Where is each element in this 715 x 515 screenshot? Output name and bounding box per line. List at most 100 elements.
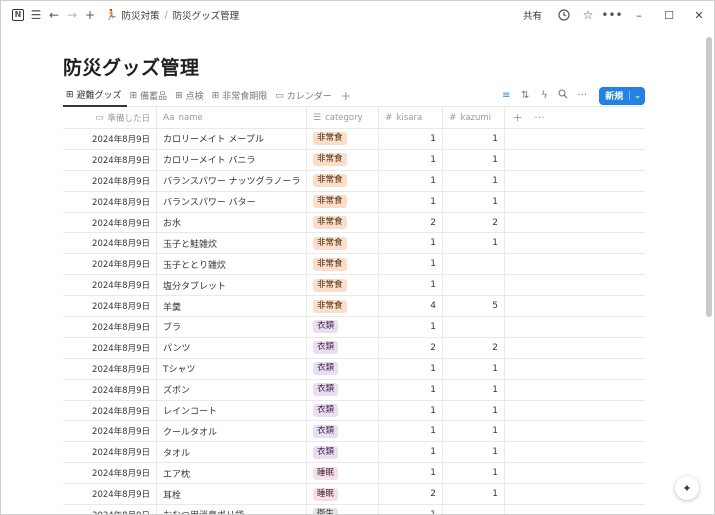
cell-name[interactable]: クールタオル — [157, 421, 307, 442]
table-row[interactable]: 2024年8月9日 カロリーメイト バニラ 非常食 1 1 — [63, 149, 645, 171]
table-row[interactable]: 2024年8月9日 ズボン 衣類 1 1 — [63, 379, 645, 401]
more-settings-icon[interactable]: ··· — [576, 90, 588, 101]
cell-date[interactable]: 2024年8月9日 — [63, 442, 157, 463]
cell-date[interactable]: 2024年8月9日 — [63, 505, 157, 514]
clock-history-icon[interactable] — [552, 1, 576, 29]
vertical-scrollbar[interactable] — [706, 37, 712, 317]
cell-kazumi[interactable]: 1 — [443, 484, 505, 505]
table-row[interactable]: 2024年8月9日 カロリーメイト メープル 非常食 1 1 — [63, 129, 645, 150]
maximize-window-icon[interactable]: ☐ — [654, 1, 684, 29]
cell-name[interactable]: ズボン — [157, 379, 307, 400]
more-options-icon[interactable]: ••• — [600, 1, 624, 29]
cell-kisara[interactable]: 1 — [379, 463, 443, 484]
search-icon[interactable] — [557, 89, 569, 102]
cell-date[interactable]: 2024年8月9日 — [63, 421, 157, 442]
share-button[interactable]: 共有 — [523, 8, 542, 22]
sort-icon[interactable]: ⇅ — [519, 90, 531, 101]
cell-date[interactable]: 2024年8月9日 — [63, 484, 157, 505]
cell-kazumi[interactable]: 1 — [443, 358, 505, 379]
cell-kazumi[interactable]: 1 — [443, 233, 505, 254]
cell-date[interactable]: 2024年8月9日 — [63, 149, 157, 170]
cell-category[interactable]: 非常食 — [307, 296, 379, 317]
cell-kisara[interactable]: 1 — [379, 317, 443, 337]
cell-date[interactable]: 2024年8月9日 — [63, 317, 157, 337]
cell-kisara[interactable]: 1 — [379, 254, 443, 275]
cell-kazumi[interactable]: 1 — [443, 129, 505, 149]
forward-arrow-icon[interactable]: → — [63, 1, 81, 29]
cell-kisara[interactable]: 1 — [379, 400, 443, 421]
cell-category[interactable]: 非常食 — [307, 254, 379, 275]
cell-name[interactable]: おむつ用消臭ポリ袋 — [157, 505, 307, 514]
table-row[interactable]: 2024年8月9日 塩分タブレット 非常食 1 — [63, 275, 645, 297]
cell-kisara[interactable]: 2 — [379, 337, 443, 358]
cell-name[interactable]: バランスパワー ナッツグラノーラ — [157, 170, 307, 191]
table-row[interactable]: 2024年8月9日 お水 非常食 2 2 — [63, 212, 645, 234]
table-row[interactable]: 2024年8月9日 ブラ 衣類 1 — [63, 317, 645, 338]
cell-name[interactable]: バランスパワー バター — [157, 191, 307, 212]
cell-kazumi[interactable] — [443, 254, 505, 275]
tab-view-4[interactable]: ▭ カレンダー — [272, 85, 337, 107]
table-row[interactable]: 2024年8月9日 耳栓 睡眠 2 1 — [63, 484, 645, 506]
chevron-down-icon[interactable]: ⌄ — [629, 91, 645, 100]
cell-category[interactable]: 衣類 — [307, 358, 379, 379]
cell-date[interactable]: 2024年8月9日 — [63, 212, 157, 233]
sidebar-menu-icon[interactable]: ☰ — [27, 1, 45, 29]
column-header-category[interactable]: ☰ category — [307, 107, 379, 129]
table-row[interactable]: 2024年8月9日 おむつ用消臭ポリ袋 衛生 1 — [63, 505, 645, 514]
cell-kazumi[interactable] — [443, 505, 505, 514]
cell-name[interactable]: 玉子ととり雑炊 — [157, 254, 307, 275]
cell-category[interactable]: 衣類 — [307, 337, 379, 358]
cell-date[interactable]: 2024年8月9日 — [63, 379, 157, 400]
cell-kisara[interactable]: 1 — [379, 358, 443, 379]
cell-name[interactable]: パンツ — [157, 337, 307, 358]
cell-name[interactable]: Tシャツ — [157, 358, 307, 379]
page-title[interactable]: 防災グッズ管理 — [63, 53, 200, 80]
automation-lightning-icon[interactable]: ϟ — [538, 90, 550, 101]
tab-view-0[interactable]: ⊞ 避難グッズ — [63, 85, 127, 107]
cell-category[interactable]: 非常食 — [307, 233, 379, 254]
cell-category[interactable]: 非常食 — [307, 129, 379, 149]
cell-kazumi[interactable]: 5 — [443, 296, 505, 317]
cell-kisara[interactable]: 1 — [379, 505, 443, 514]
notion-logo-icon[interactable]: N — [9, 1, 27, 29]
new-entry-button[interactable]: 新規 ⌄ — [599, 86, 645, 105]
cell-kisara[interactable]: 1 — [379, 129, 443, 149]
back-arrow-icon[interactable]: ← — [45, 1, 63, 29]
cell-date[interactable]: 2024年8月9日 — [63, 191, 157, 212]
tab-view-1[interactable]: ⊞ 備蓄品 — [127, 85, 173, 107]
cell-date[interactable]: 2024年8月9日 — [63, 337, 157, 358]
cell-category[interactable]: 睡眠 — [307, 463, 379, 484]
cell-category[interactable]: 非常食 — [307, 149, 379, 170]
cell-date[interactable]: 2024年8月9日 — [63, 254, 157, 275]
star-favorite-icon[interactable]: ☆ — [576, 1, 600, 29]
cell-category[interactable]: 睡眠 — [307, 484, 379, 505]
cell-date[interactable]: 2024年8月9日 — [63, 296, 157, 317]
cell-kisara[interactable]: 1 — [379, 379, 443, 400]
cell-kazumi[interactable]: 2 — [443, 337, 505, 358]
cell-kazumi[interactable]: 1 — [443, 170, 505, 191]
add-view-plus-icon[interactable]: + — [341, 89, 351, 103]
cell-date[interactable]: 2024年8月9日 — [63, 463, 157, 484]
cell-category[interactable]: 非常食 — [307, 191, 379, 212]
cell-kazumi[interactable] — [443, 275, 505, 296]
cell-name[interactable]: 塩分タブレット — [157, 275, 307, 296]
table-row[interactable]: 2024年8月9日 バランスパワー バター 非常食 1 1 — [63, 191, 645, 213]
cell-name[interactable]: レインコート — [157, 400, 307, 421]
cell-kisara[interactable]: 2 — [379, 212, 443, 233]
cell-kisara[interactable]: 4 — [379, 296, 443, 317]
filter-icon[interactable]: ≡ — [500, 90, 512, 101]
tab-view-2[interactable]: ⊞ 点検 — [172, 85, 209, 107]
ai-sparkle-help-button[interactable]: ✦ — [675, 476, 699, 500]
cell-date[interactable]: 2024年8月9日 — [63, 358, 157, 379]
cell-kisara[interactable]: 1 — [379, 275, 443, 296]
column-header-date[interactable]: ▭ 準備した日 — [63, 107, 157, 129]
table-row[interactable]: 2024年8月9日 エア枕 睡眠 1 1 — [63, 463, 645, 485]
table-row[interactable]: 2024年8月9日 バランスパワー ナッツグラノーラ 非常食 1 1 — [63, 170, 645, 192]
cell-kisara[interactable]: 1 — [379, 442, 443, 463]
cell-kazumi[interactable]: 1 — [443, 149, 505, 170]
cell-category[interactable]: 衣類 — [307, 400, 379, 421]
table-row[interactable]: 2024年8月9日 Tシャツ 衣類 1 1 — [63, 358, 645, 380]
close-window-icon[interactable]: ✕ — [684, 1, 714, 29]
cell-name[interactable]: 耳栓 — [157, 484, 307, 505]
cell-kisara[interactable]: 1 — [379, 149, 443, 170]
